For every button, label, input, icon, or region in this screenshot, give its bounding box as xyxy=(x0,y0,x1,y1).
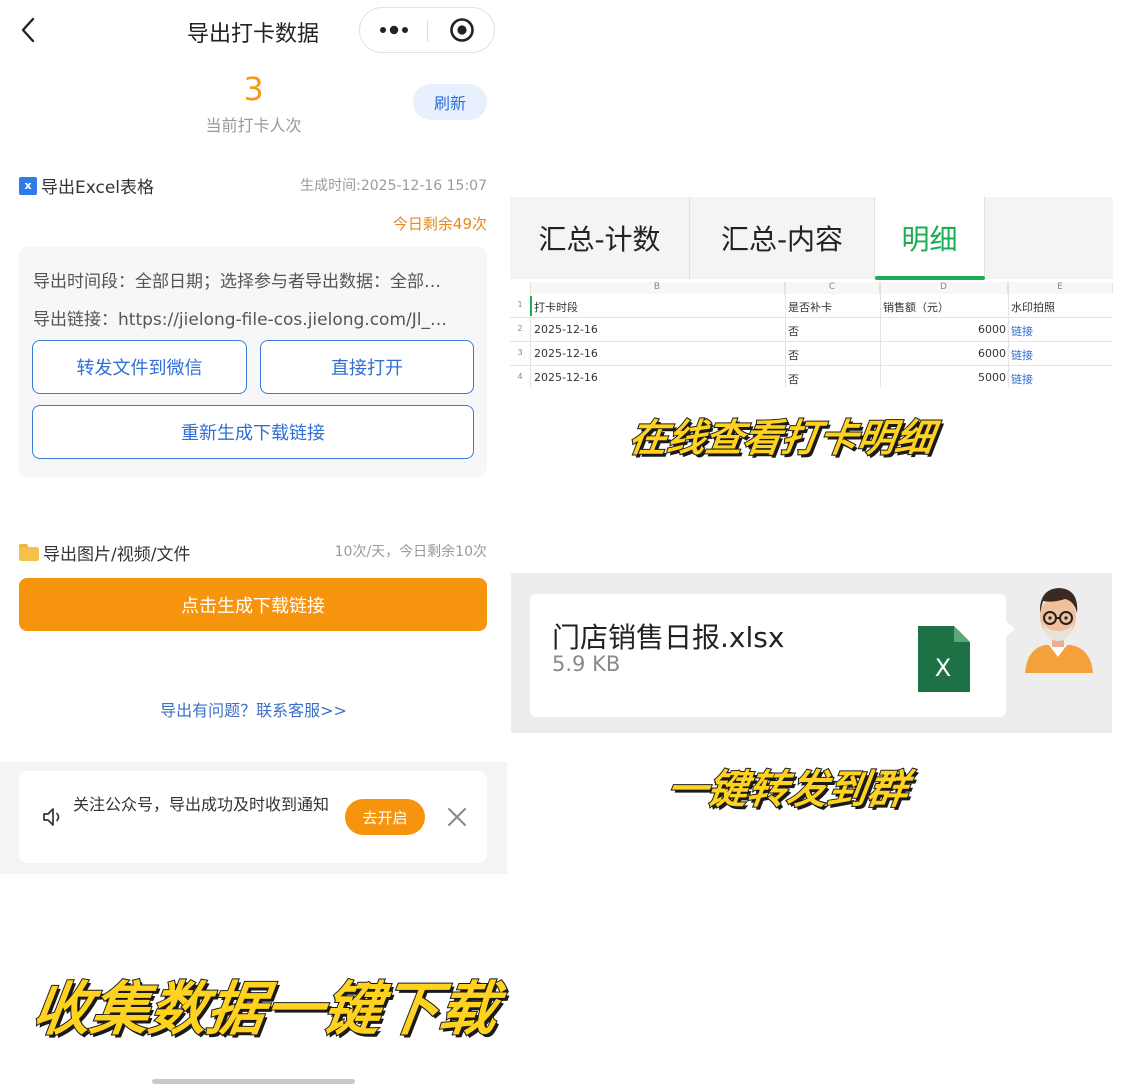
open-directly-button[interactable]: 直接打开 xyxy=(260,340,474,394)
more-options-icon[interactable] xyxy=(360,8,428,52)
header-checkin-period: 打卡时段 xyxy=(534,301,578,314)
table-row: 4 2025-12-16 否 5000 链接 xyxy=(517,371,1033,387)
photo-link[interactable]: 链接 xyxy=(1011,323,1033,339)
svg-text:X: X xyxy=(935,654,951,682)
media-section-label: 导出图片/视频/文件 xyxy=(43,545,191,565)
follow-account-notice: 关注公众号，导出成功及时收到通知 去开启 xyxy=(19,771,487,863)
chat-caption: 一键转发到群 xyxy=(663,766,911,814)
forward-to-wechat-button[interactable]: 转发文件到微信 xyxy=(32,340,247,394)
sheet-tab-count[interactable]: 汇总-计数 xyxy=(510,197,690,279)
chat-preview: 门店销售日报.xlsx 5.9 KB X xyxy=(511,573,1112,733)
export-link-text[interactable]: 导出链接：https://jielong-file-cos.jielong.co… xyxy=(33,305,477,330)
file-name: 门店销售日报.xlsx xyxy=(552,621,785,654)
back-arrow-icon[interactable] xyxy=(14,14,42,46)
table-row: 3 2025-12-16 否 6000 链接 xyxy=(510,342,1113,366)
close-icon[interactable] xyxy=(443,803,471,831)
contact-support-link[interactable]: 导出有问题？联系客服>> xyxy=(120,697,387,721)
miniprogram-capsule xyxy=(359,7,495,53)
col-letter-e: E xyxy=(1008,282,1113,294)
close-miniprogram-icon[interactable] xyxy=(428,8,496,52)
header-photo: 水印拍照 xyxy=(1011,301,1055,314)
excel-section-title: x 导出Excel表格 xyxy=(19,173,154,198)
table-header-row: 1 打卡时段 是否补卡 销售额（元） 水印拍照 xyxy=(510,294,1113,318)
sheet-caption: 在线查看打卡明细 xyxy=(625,415,937,461)
excel-file-icon: x xyxy=(19,176,37,195)
refresh-button[interactable]: 刷新 xyxy=(413,84,487,120)
speaker-icon xyxy=(41,805,65,829)
export-range-text: 导出时间段：全部日期；选择参与者导出数据：全部… xyxy=(33,272,441,292)
file-size: 5.9 KB xyxy=(552,652,621,676)
checkin-count: 3 xyxy=(243,70,264,108)
left-caption: 收集数据一键下载 xyxy=(28,974,504,1044)
active-tab-indicator xyxy=(875,276,985,280)
sheet-tab-bar: 汇总-计数 汇总-内容 明细 xyxy=(510,197,1113,280)
file-message-card[interactable]: 门店销售日报.xlsx 5.9 KB X xyxy=(530,594,1006,717)
message-bubble-tail xyxy=(1006,621,1015,637)
photo-link[interactable]: 链接 xyxy=(1011,371,1033,387)
enable-notice-button[interactable]: 去开启 xyxy=(345,799,425,835)
table-row: 2 2025-12-16 否 6000 链接 xyxy=(510,318,1113,342)
sheet-grid: B C D E 1 打卡时段 是否补卡 销售额（元） 水印拍照 2 2025-1… xyxy=(510,282,1113,387)
col-letter-d: D xyxy=(880,282,1008,294)
spreadsheet-preview: 汇总-计数 汇总-内容 明细 B C D E 1 打卡时段 是否补卡 销售额（元… xyxy=(510,197,1113,387)
page-title: 导出打卡数据 xyxy=(186,22,319,47)
sheet-tab-content[interactable]: 汇总-内容 xyxy=(690,197,875,279)
regenerate-link-button[interactable]: 重新生成下载链接 xyxy=(32,405,474,459)
media-quota: 10次/天，今日剩余10次 xyxy=(334,544,487,560)
home-indicator xyxy=(152,1079,355,1084)
generate-download-link-button[interactable]: 点击生成下载链接 xyxy=(19,578,487,631)
excel-export-card: 导出时间段：全部日期；选择参与者导出数据：全部… 导出链接：https://ji… xyxy=(19,247,487,477)
folder-icon xyxy=(19,544,39,561)
excel-remaining: 今日剩余49次 xyxy=(392,215,487,233)
nav-bar: 导出打卡数据 xyxy=(0,0,507,62)
header-makeup: 是否补卡 xyxy=(788,301,832,314)
generated-time: 生成时间:2025-12-16 15:07 xyxy=(300,178,487,194)
col-letter-c: C xyxy=(785,282,880,294)
col-letter-b: B xyxy=(530,282,785,294)
excel-file-icon: X xyxy=(918,626,970,692)
sheet-tab-detail[interactable]: 明细 xyxy=(875,197,985,279)
photo-link[interactable]: 链接 xyxy=(1011,347,1033,363)
user-avatar[interactable] xyxy=(1019,579,1097,673)
checkin-count-label: 当前打卡人次 xyxy=(205,116,302,135)
excel-section-label: 导出Excel表格 xyxy=(41,178,155,198)
media-section-title: 导出图片/视频/文件 xyxy=(19,540,190,565)
notice-text: 关注公众号，导出成功及时收到通知 xyxy=(73,795,330,814)
export-page: 导出打卡数据 3 当前打卡人次 刷新 x 导出Excel表格 生成时间:2025… xyxy=(0,0,507,1085)
header-sales: 销售额（元） xyxy=(883,301,949,314)
